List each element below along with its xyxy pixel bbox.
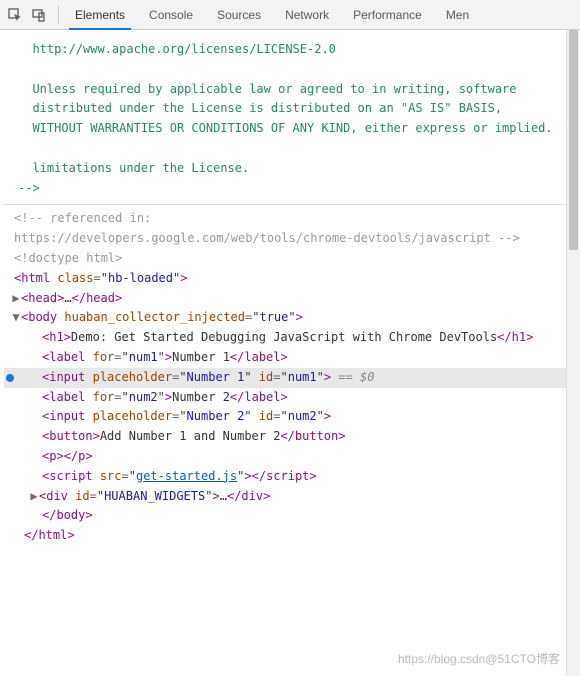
comment-line: distributed under the License is distrib… [18, 99, 564, 119]
dom-h1[interactable]: <h1>Demo: Get Started Debugging JavaScri… [4, 328, 578, 348]
comment-end: --> [18, 179, 564, 199]
tab-sources[interactable]: Sources [205, 0, 273, 29]
comment-line: Unless required by applicable law or agr… [18, 80, 564, 100]
dom-body-open[interactable]: ▼<body huaban_collector_injected="true"> [4, 308, 578, 328]
dom-html-close[interactable]: </html> [4, 526, 578, 546]
elements-panel: http://www.apache.org/licenses/LICENSE-2… [0, 30, 580, 676]
dom-line[interactable]: <!-- referenced in: [4, 209, 578, 229]
dom-body-close[interactable]: </body> [4, 506, 578, 526]
tab-network[interactable]: Network [273, 0, 341, 29]
comment-line: WITHOUT WARRANTIES OR CONDITIONS OF ANY … [18, 119, 564, 139]
comment-line [18, 60, 564, 80]
expand-icon[interactable]: ▶ [29, 487, 39, 507]
dom-p[interactable]: <p></p> [4, 447, 578, 467]
toolbar-separator [58, 6, 59, 24]
comment-line [18, 139, 564, 159]
devtools-toolbar: Elements Console Sources Network Perform… [0, 0, 580, 30]
dom-script[interactable]: <script src="get-started.js"></script> [4, 467, 578, 487]
inspect-icon[interactable] [6, 6, 24, 24]
dom-label2[interactable]: <label for="num2">Number 2</label> [4, 388, 578, 408]
dom-button[interactable]: <button>Add Number 1 and Number 2</butto… [4, 427, 578, 447]
device-toggle-icon[interactable] [30, 6, 48, 24]
license-comment: http://www.apache.org/licenses/LICENSE-2… [4, 36, 578, 205]
vertical-scrollbar[interactable] [566, 30, 580, 676]
dom-line[interactable]: https://developers.google.com/web/tools/… [4, 229, 578, 249]
tab-performance[interactable]: Performance [341, 0, 434, 29]
dom-label1[interactable]: <label for="num1">Number 1</label> [4, 348, 578, 368]
dom-html-open[interactable]: <html class="hb-loaded"> [4, 269, 578, 289]
tab-more[interactable]: Men [434, 0, 481, 29]
dom-widget-div[interactable]: ▶<div id="HUABAN_WIDGETS">…</div> [4, 487, 578, 507]
comment-line: http://www.apache.org/licenses/LICENSE-2… [18, 40, 564, 60]
expand-icon[interactable]: ▶ [11, 289, 21, 309]
scrollbar-thumb[interactable] [569, 30, 578, 250]
dom-line[interactable]: <!doctype html> [4, 249, 578, 269]
collapse-icon[interactable]: ▼ [11, 308, 21, 328]
breakpoint-dot-icon[interactable] [6, 374, 14, 382]
tab-console[interactable]: Console [137, 0, 205, 29]
dom-selected-input1[interactable]: <input placeholder="Number 1" id="num1">… [4, 368, 578, 388]
dom-input2[interactable]: <input placeholder="Number 2" id="num2"> [4, 407, 578, 427]
dom-head[interactable]: ▶<head>…</head> [4, 289, 578, 309]
panel-tabs: Elements Console Sources Network Perform… [63, 0, 574, 29]
comment-line: limitations under the License. [18, 159, 564, 179]
watermark-text: https://blog.csdn@51CTO博客 [398, 650, 560, 670]
tab-elements[interactable]: Elements [63, 0, 137, 29]
